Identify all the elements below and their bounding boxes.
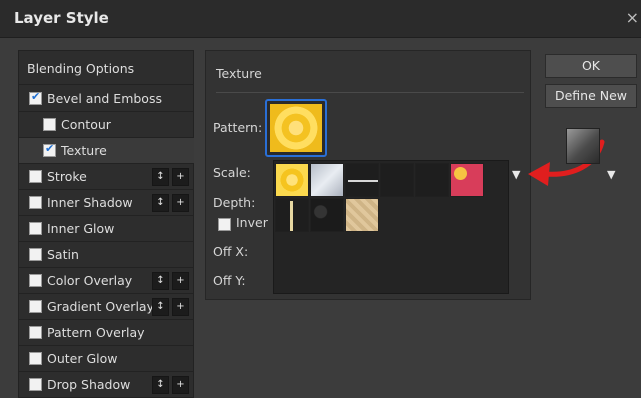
checkbox-contour[interactable]	[43, 118, 56, 131]
blending-options-label: Blending Options	[27, 61, 135, 76]
sidebar-item-texture[interactable]: Texture	[19, 138, 194, 164]
sidebar-item-drop-shadow[interactable]: Drop Shadow ↕ +	[19, 372, 194, 398]
add-effect-button[interactable]: +	[172, 272, 189, 290]
sidebar-item-outer-glow[interactable]: Outer Glow	[19, 346, 194, 372]
label-outer-glow: Outer Glow	[47, 351, 118, 366]
label-gradient-overlay: Gradient Overlay	[47, 299, 154, 314]
checkbox-outer-glow[interactable]	[29, 352, 42, 365]
checkbox-inner-shadow[interactable]	[29, 196, 42, 209]
label-drop-shadow: Drop Shadow	[47, 377, 131, 392]
pattern-swatch[interactable]	[310, 198, 344, 232]
sidebar-item-inner-glow[interactable]: Inner Glow	[19, 216, 194, 242]
panel-title: Texture	[216, 66, 262, 81]
invert-label: Inver	[236, 215, 268, 230]
add-effect-button[interactable]: +	[172, 298, 189, 316]
preview-thumbnail	[566, 128, 600, 164]
add-effect-button[interactable]: +	[172, 194, 189, 212]
pattern-picker	[273, 160, 509, 294]
pattern-swatch[interactable]	[265, 99, 327, 157]
label-bevel-emboss: Bevel and Emboss	[47, 91, 162, 106]
label-pattern-overlay: Pattern Overlay	[47, 325, 145, 340]
pattern-swatch[interactable]	[380, 163, 414, 197]
divider	[216, 92, 524, 93]
label-inner-shadow: Inner Shadow	[47, 195, 133, 210]
add-effect-button[interactable]: +	[172, 376, 189, 394]
scale-label: Scale:	[213, 165, 251, 180]
sidebar-item-pattern-overlay[interactable]: Pattern Overlay	[19, 320, 194, 346]
offy-label: Off Y:	[213, 273, 246, 288]
picker-dropdown-icon[interactable]: ▼	[512, 168, 520, 181]
close-icon[interactable]: ×	[626, 8, 639, 27]
checkbox-texture[interactable]	[43, 142, 56, 157]
invert-checkbox[interactable]	[218, 218, 231, 231]
checkbox-inner-glow[interactable]	[29, 222, 42, 235]
pattern-label: Pattern:	[213, 120, 263, 135]
reorder-button[interactable]: ↕	[152, 376, 169, 394]
blending-options-item[interactable]: Blending Options	[19, 51, 194, 85]
ok-button[interactable]: OK	[545, 54, 637, 78]
label-inner-glow: Inner Glow	[47, 221, 115, 236]
reorder-button[interactable]: ↕	[152, 272, 169, 290]
label-satin: Satin	[47, 247, 79, 262]
sidebar-item-bevel-emboss[interactable]: Bevel and Emboss	[19, 86, 194, 112]
dialog-title: Layer Style	[14, 9, 109, 27]
reorder-button[interactable]: ↕	[152, 168, 169, 186]
pattern-swatch[interactable]	[345, 198, 379, 232]
pattern-swatch[interactable]	[345, 163, 379, 197]
label-texture: Texture	[61, 143, 107, 158]
checkbox-stroke[interactable]	[29, 170, 42, 183]
label-color-overlay: Color Overlay	[47, 273, 133, 288]
pattern-swatch[interactable]	[450, 163, 484, 197]
checkbox-color-overlay[interactable]	[29, 274, 42, 287]
pattern-swatch[interactable]	[415, 163, 449, 197]
offx-label: Off X:	[213, 244, 249, 259]
checkbox-pattern-overlay[interactable]	[29, 326, 42, 339]
pattern-swatch[interactable]	[310, 163, 344, 197]
depth-label: Depth:	[213, 195, 256, 210]
sidebar-item-stroke[interactable]: Stroke ↕ +	[19, 164, 194, 190]
checkbox-satin[interactable]	[29, 248, 42, 261]
pattern-swatch[interactable]	[275, 198, 309, 232]
styles-list: Blending Options Bevel and Emboss Contou…	[18, 50, 194, 398]
checkbox-gradient-overlay[interactable]	[29, 300, 42, 313]
sidebar-item-color-overlay[interactable]: Color Overlay ↕ +	[19, 268, 194, 294]
define-new-button[interactable]: Define New	[545, 84, 637, 108]
sidebar-item-contour[interactable]: Contour	[19, 112, 194, 138]
checkbox-drop-shadow[interactable]	[29, 378, 42, 391]
reorder-button[interactable]: ↕	[152, 194, 169, 212]
add-effect-button[interactable]: +	[172, 168, 189, 186]
label-stroke: Stroke	[47, 169, 87, 184]
reorder-button[interactable]: ↕	[152, 298, 169, 316]
title-bar: Layer Style ×	[0, 0, 641, 38]
checkbox-bevel-emboss[interactable]	[29, 90, 42, 105]
pattern-swatch[interactable]	[275, 163, 309, 197]
label-contour: Contour	[61, 117, 111, 132]
sidebar-item-gradient-overlay[interactable]: Gradient Overlay ↕ +	[19, 294, 194, 320]
sidebar-item-satin[interactable]: Satin	[19, 242, 194, 268]
sidebar-item-inner-shadow[interactable]: Inner Shadow ↕ +	[19, 190, 194, 216]
